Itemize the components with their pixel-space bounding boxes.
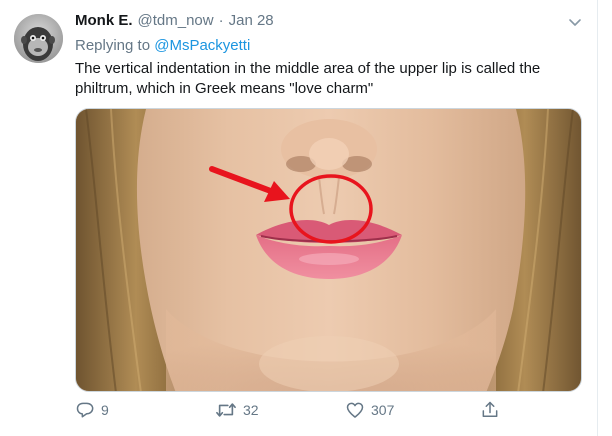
display-name[interactable]: Monk E. [75, 12, 133, 29]
retweet-icon [216, 403, 236, 417]
user-avatar[interactable] [14, 14, 63, 63]
user-handle[interactable]: @tdm_now [138, 12, 214, 29]
face-lips-photo-icon [76, 109, 581, 391]
reply-icon [76, 402, 94, 418]
replying-to-label: Replying to [75, 37, 151, 54]
tweet-header: Monk E. @tdm_now · Jan 28 [75, 12, 274, 32]
chevron-down-icon[interactable] [567, 14, 583, 30]
share-icon [482, 401, 498, 417]
separator-dot: · [218, 12, 224, 29]
replying-to-line: Replying to @MsPackyetti [75, 37, 250, 54]
share-button[interactable] [480, 400, 500, 420]
heart-icon [346, 402, 364, 418]
reply-count: 9 [101, 402, 109, 418]
reply-button[interactable]: 9 [75, 400, 109, 420]
like-button[interactable]: 307 [345, 400, 394, 420]
tweet-date[interactable]: Jan 28 [229, 12, 274, 29]
tweet-card[interactable]: Monk E. @tdm_now · Jan 28 Replying to @M… [0, 0, 598, 436]
tweet-text: The vertical indentation in the middle a… [75, 60, 541, 97]
tweet-media[interactable] [75, 108, 582, 392]
replying-to-link[interactable]: @MsPackyetti [154, 37, 250, 54]
retweet-button[interactable]: 32 [215, 400, 259, 420]
like-count: 307 [371, 402, 395, 418]
tweet-actions: 9 32 307 [75, 400, 505, 426]
retweet-count: 32 [243, 402, 259, 418]
monkey-avatar-icon [14, 14, 63, 63]
